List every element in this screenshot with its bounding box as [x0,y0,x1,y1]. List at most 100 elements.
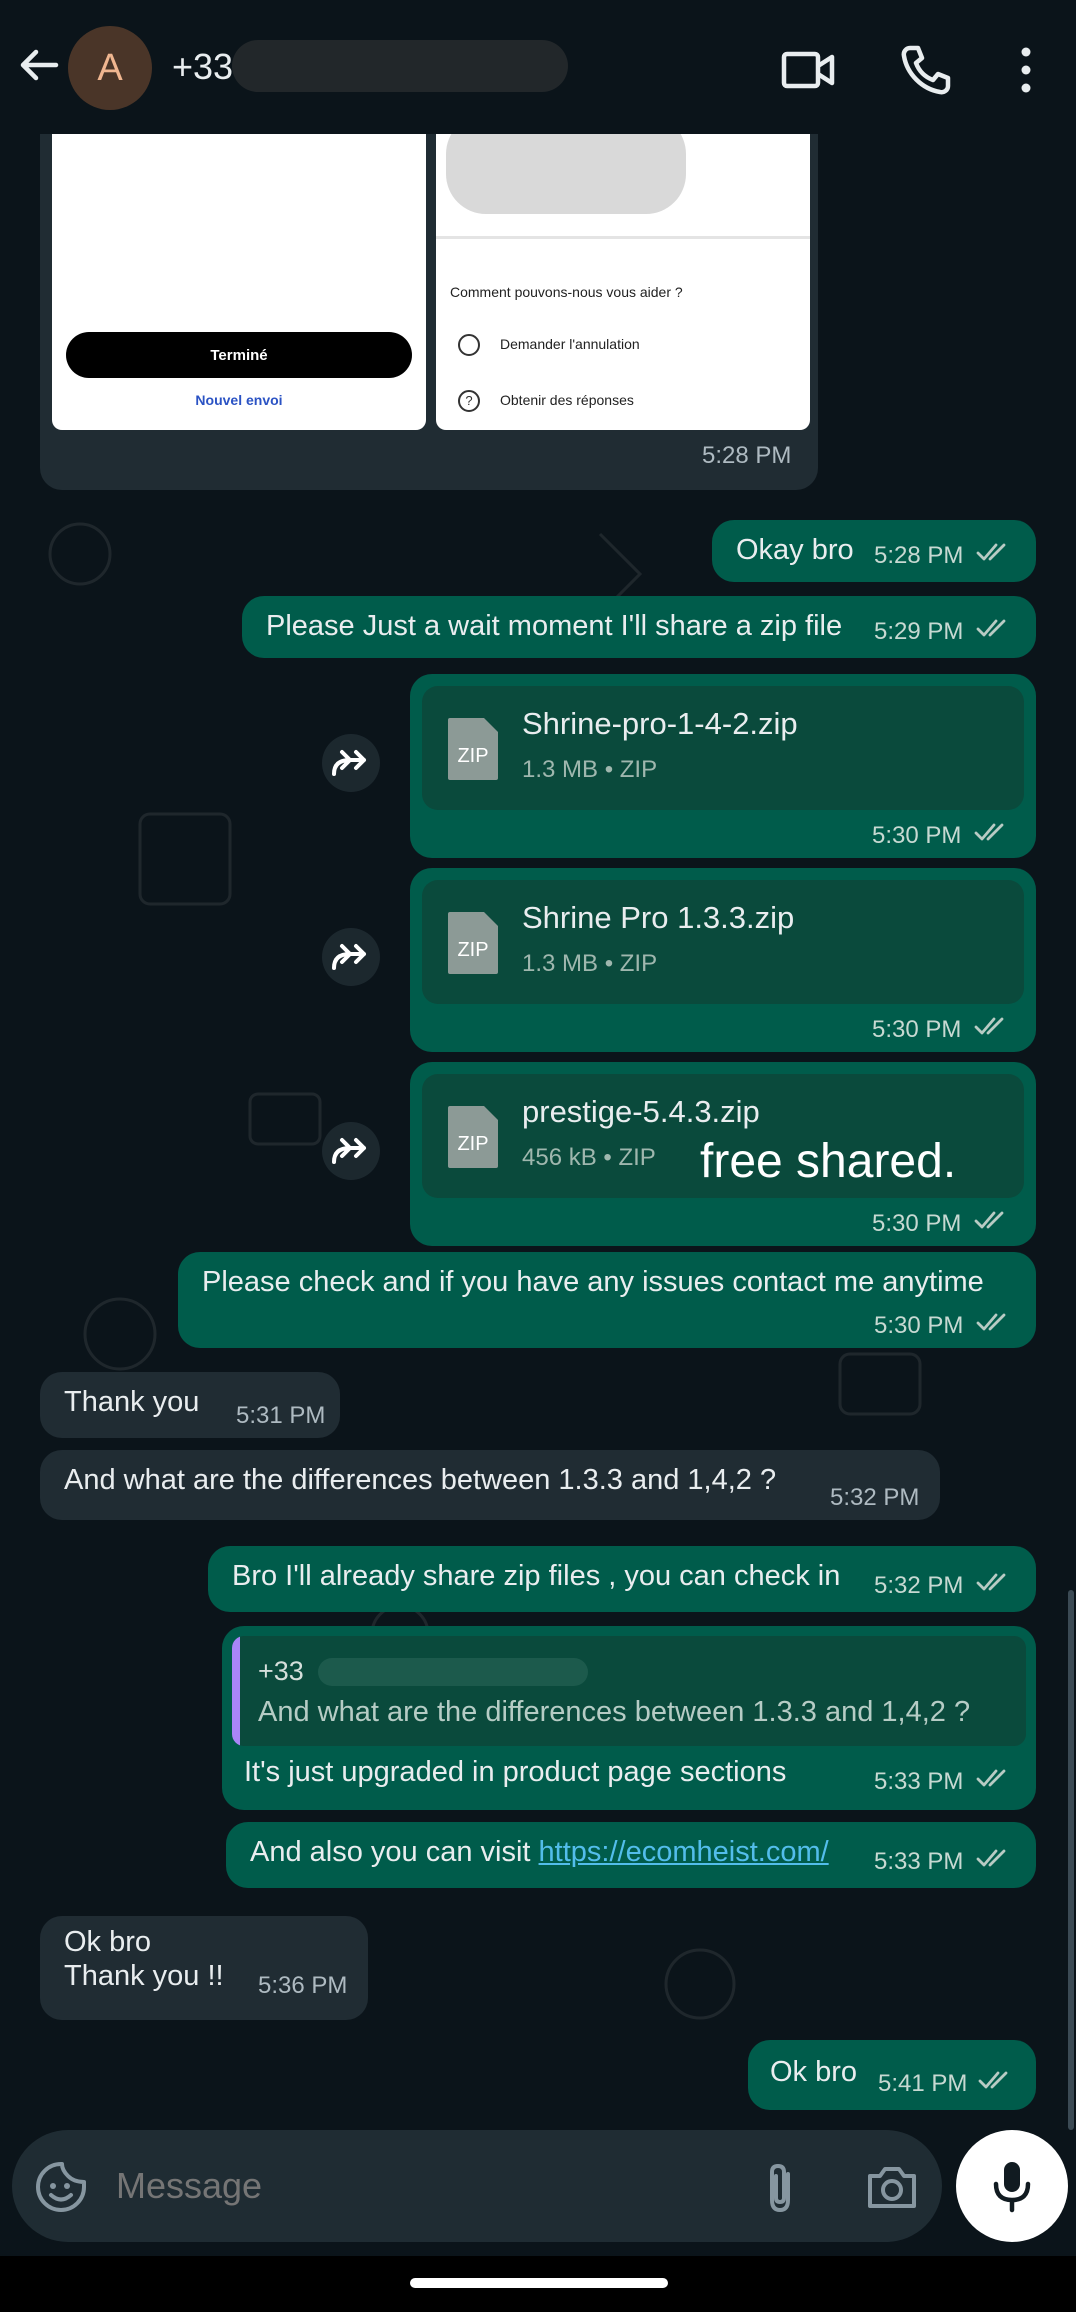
message-time: 5:30 PM [872,822,962,849]
divider [436,236,810,239]
message-text: And what are the differences between 1.3… [64,1464,777,1496]
svg-text:ZIP: ZIP [457,745,488,767]
message-time: 5:41 PM [878,2070,968,2097]
screenshot-left[interactable]: Terminé Nouvel envoi [52,134,426,430]
double-check-icon [976,1573,1006,1591]
back-arrow-icon[interactable] [14,40,64,90]
message-time: 5:32 PM [874,1572,964,1599]
file-name: Shrine Pro 1.3.3.zip [522,900,795,935]
double-check-icon [974,1017,1004,1035]
message-composer [12,2130,942,2242]
file-message[interactable]: ZIP Shrine-pro-1-4-2.zip 1.3 MB • ZIP 5:… [410,674,1036,858]
message-text: Please Just a wait moment I'll share a z… [266,610,843,642]
phone-call-icon[interactable] [898,42,954,98]
answers-option: Obtenir des réponses [500,392,634,408]
double-check-icon [976,543,1006,561]
voice-record-button[interactable] [956,2130,1068,2242]
overlay-annotation: free shared. [700,1135,957,1188]
svg-text:ZIP: ZIP [457,939,488,961]
scrollbar[interactable] [1068,1590,1074,2130]
media-message[interactable]: Terminé Nouvel envoi Comment pouvons-nou… [40,134,818,490]
emoji-sticker-icon[interactable] [34,2160,88,2214]
quoted-text: And what are the differences between 1.3… [258,1696,971,1728]
outgoing-message[interactable]: Okay bro 5:28 PM [712,520,1036,582]
zip-file-icon: ZIP [448,912,498,974]
message-time: 5:33 PM [874,1768,964,1795]
message-text: Ok bro [770,2056,858,2088]
forward-icon [332,1138,366,1164]
quoted-message[interactable]: +33 And what are the differences between… [232,1636,1026,1746]
double-check-icon [976,619,1006,637]
message-time: 5:31 PM [236,1402,326,1429]
file-attachment[interactable]: ZIP prestige-5.4.3.zip 456 kB • ZIP free… [422,1074,1024,1198]
message-text: And also you can visit https://ecomheist… [250,1836,829,1869]
message-text: Please check and if you have any issues … [202,1266,984,1298]
outgoing-message[interactable]: Ok bro 5:41 PM [748,2040,1036,2110]
screenshot-right[interactable]: Comment pouvons-nous vous aider ? Demand… [436,134,810,430]
avatar[interactable]: A [68,26,152,110]
file-meta: 456 kB • ZIP [522,1144,656,1171]
message-text: Ok bro [64,1926,152,1958]
video-call-icon[interactable] [780,42,836,98]
file-attachment[interactable]: ZIP Shrine Pro 1.3.3.zip 1.3 MB • ZIP [422,880,1024,1004]
double-check-icon [976,1849,1006,1867]
forward-icon [332,750,366,776]
incoming-message[interactable]: Thank you 5:31 PM [40,1372,340,1438]
message-text: It's just upgraded in product page secti… [244,1756,787,1788]
file-message[interactable]: ZIP Shrine Pro 1.3.3.zip 1.3 MB • ZIP 5:… [410,868,1036,1052]
message-text: Thank you !! [64,1960,224,1992]
message-text-prefix: And also you can visit [250,1836,539,1868]
file-meta: 1.3 MB • ZIP [522,950,658,977]
home-gesture-handle[interactable] [410,2278,668,2288]
double-check-icon [974,1211,1004,1229]
forward-button[interactable] [322,1122,380,1180]
message-input[interactable] [116,2156,716,2216]
forward-icon [332,944,366,970]
forward-button[interactable] [322,928,380,986]
double-check-icon [974,823,1004,841]
attach-icon[interactable] [754,2160,806,2216]
new-send-link: Nouvel envoi [195,392,283,408]
outgoing-message[interactable]: Please Just a wait moment I'll share a z… [242,596,1036,658]
incoming-message[interactable]: And what are the differences between 1.3… [40,1450,940,1520]
camera-icon[interactable] [864,2160,920,2214]
double-check-icon [976,1769,1006,1787]
file-name: prestige-5.4.3.zip [522,1094,760,1129]
file-message[interactable]: ZIP prestige-5.4.3.zip 456 kB • ZIP free… [410,1062,1036,1246]
chat-header: A +33 [0,0,1076,134]
chat-area[interactable]: Terminé Nouvel envoi Comment pouvons-nou… [0,134,1076,2134]
message-text: Bro I'll already share zip files , you c… [232,1560,841,1592]
double-check-icon [978,2071,1008,2089]
message-time: 5:29 PM [874,618,964,645]
svg-text:ZIP: ZIP [457,1133,488,1155]
ban-icon [458,334,480,356]
message-time: 5:30 PM [872,1210,962,1237]
outgoing-message[interactable]: Please check and if you have any issues … [178,1252,1036,1348]
file-attachment[interactable]: ZIP Shrine-pro-1-4-2.zip 1.3 MB • ZIP [422,686,1024,810]
help-icon: ? [458,390,480,412]
redacted-sender [318,1658,588,1686]
zip-file-icon: ZIP [448,1106,498,1168]
message-time: 5:30 PM [874,1312,964,1339]
message-time: 5:33 PM [874,1848,964,1875]
contact-name[interactable]: +33 [172,46,233,88]
file-meta: 1.3 MB • ZIP [522,756,658,783]
message-text: Thank you [64,1386,200,1418]
incoming-message[interactable]: Ok bro Thank you !! 5:36 PM [40,1916,368,2020]
outgoing-message[interactable]: Bro I'll already share zip files , you c… [208,1546,1036,1612]
redacted-name [232,40,568,92]
message-time: 5:36 PM [258,1972,348,1999]
outgoing-message[interactable]: And also you can visit https://ecomheist… [226,1822,1036,1888]
cancel-option: Demander l'annulation [500,336,640,352]
reply-message[interactable]: +33 And what are the differences between… [222,1626,1036,1810]
message-time: 5:30 PM [872,1016,962,1043]
zip-file-icon: ZIP [448,718,498,780]
quoted-sender: +33 [258,1656,304,1686]
more-vert-icon[interactable] [1000,42,1056,98]
microphone-icon [993,2162,1031,2213]
message-time: 5:32 PM [830,1484,920,1511]
message-link[interactable]: https://ecomheist.com/ [539,1836,829,1868]
quote-bar [232,1636,240,1746]
forward-button[interactable] [322,734,380,792]
redacted-blur [446,134,686,214]
